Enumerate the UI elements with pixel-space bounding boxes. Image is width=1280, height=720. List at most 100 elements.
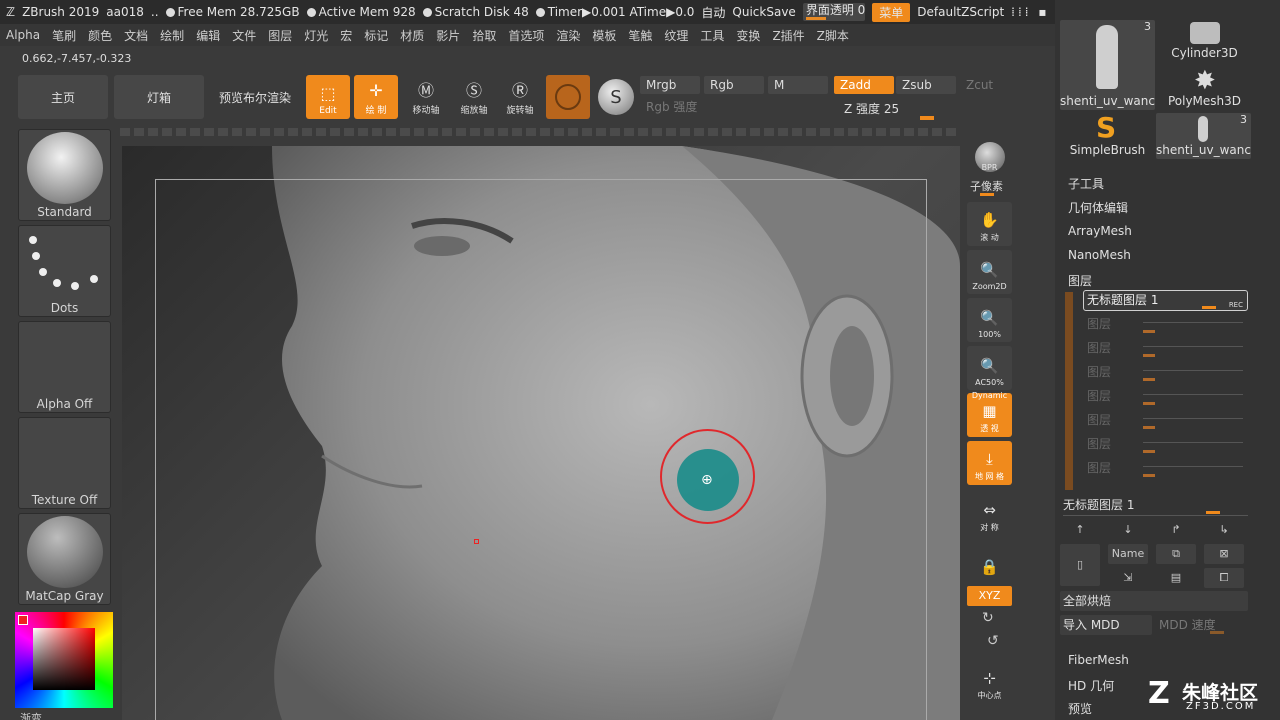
layer-slot[interactable]: 图层 [1087,435,1244,452]
rotate-y-icon[interactable]: ↻ [982,610,994,626]
menu-item[interactable]: 文档 [118,27,154,44]
bpr-button[interactable]: BPR [967,131,1012,175]
layer-up-icon[interactable]: ↑ [1060,520,1100,540]
menu-item[interactable]: 影片 [430,27,466,44]
tool-thumb-polymesh[interactable]: ✸ PolyMesh3D [1157,66,1252,110]
import-mdd-button[interactable]: 导入 MDD [1060,615,1152,635]
layer-down-icon[interactable]: ↓ [1108,520,1148,540]
merge-down-icon[interactable]: ⇲ [1108,568,1148,588]
zadd-toggle[interactable]: Zadd [834,76,894,94]
name-button[interactable]: Name [1108,544,1148,564]
xyz-rotate-button[interactable]: XYZ [967,586,1012,606]
layer-slot[interactable]: 图层 [1087,459,1244,476]
shelf-scrollbar[interactable] [120,128,960,136]
layer-slot-knob[interactable] [1143,378,1155,381]
perspective-button[interactable]: Dynamic ▦ 透 视 [967,391,1012,437]
layer-undo-icon[interactable]: ↳ [1204,520,1244,540]
move-button[interactable]: Ⓜ 移动轴 [404,75,448,119]
preview-menu[interactable]: 预览 [1068,700,1092,717]
rgb-intensity-slider[interactable]: Rgb 强度 [640,98,830,116]
lock-button[interactable]: 🔒 [967,538,1012,582]
split-layer-icon[interactable]: ▤ [1156,568,1196,588]
tool-thumb-shenti-2[interactable]: 3 shenti_uv_wanc [1156,113,1251,159]
menu-item[interactable]: 笔触 [622,27,658,44]
layer-slot-knob[interactable] [1143,426,1155,429]
stroke-selector[interactable]: Dots [18,225,111,317]
layer-intensity-knob[interactable] [1206,511,1220,514]
lightbox-button[interactable]: 灯箱 [114,75,204,119]
layers-menu[interactable]: 图层 [1068,272,1092,289]
texture-selector[interactable]: Texture Off [18,417,111,509]
geometry-menu[interactable]: 几何体编辑 [1068,199,1128,216]
active-layer[interactable]: 无标题图层 1 REC [1083,290,1248,311]
rotate-z-icon[interactable]: ↺ [987,633,999,649]
ac50-button[interactable]: 🔍 AC50% [967,346,1012,390]
duplicate-layer-icon[interactable]: ⧉ [1156,544,1196,564]
layer-slot-knob[interactable] [1143,402,1155,405]
zsub-toggle[interactable]: Zsub [896,76,956,94]
zoom-100-button[interactable]: 🔍 100% [967,298,1012,342]
menu-item[interactable]: 笔刷 [46,27,82,44]
mdd-speed-knob[interactable] [1210,631,1224,634]
layer-slot-knob[interactable] [1143,330,1155,333]
layer-slot[interactable]: 图层 [1087,339,1244,356]
menu-item[interactable]: 文件 [226,27,262,44]
menu-item[interactable]: 变换 [730,27,766,44]
menu-item[interactable]: 工具 [694,27,730,44]
center-point-button[interactable]: ⊹ 中心点 [967,660,1012,704]
tool-thumb-cylinder[interactable]: Cylinder3D [1157,20,1252,62]
menu-item[interactable]: 标记 [358,27,394,44]
scroll-button[interactable]: ✋ 滚 动 [967,202,1012,246]
layer-redo-icon[interactable]: ↱ [1156,520,1196,540]
arraymesh-menu[interactable]: ArrayMesh [1068,224,1132,238]
edit-button[interactable]: ⬚ Edit [306,75,350,119]
brush-selector[interactable]: Standard [18,129,111,221]
nanomesh-menu[interactable]: NanoMesh [1068,248,1131,262]
menu-item[interactable]: 灯光 [298,27,334,44]
menu-item[interactable]: Alpha [0,28,46,42]
rec-button[interactable]: REC [1229,296,1243,314]
layer-slot[interactable]: 图层 [1087,363,1244,380]
preview-render-button[interactable]: 预览布尔渲染 [210,75,300,119]
menu-item[interactable]: 绘制 [154,27,190,44]
delete-layer-icon[interactable]: ⊠ [1204,544,1244,564]
menu-item[interactable]: 纹理 [658,27,694,44]
floor-grid-button[interactable]: ⤓ 地 网 格 [967,441,1012,485]
ui-transparency-slider[interactable]: 界面透明 0 [802,3,866,21]
default-zscript-button[interactable]: DefaultZScript [917,5,1004,19]
rgb-toggle[interactable]: Rgb [704,76,764,94]
draw-button[interactable]: ✛ 绘 制 [354,75,398,119]
menu-item[interactable]: 编辑 [190,27,226,44]
menu-item[interactable]: 拾取 [466,27,502,44]
layer-scrollbar[interactable] [1065,292,1073,490]
mdd-speed-slider[interactable]: MDD 速度 [1156,615,1248,635]
tool-thumb-simplebrush[interactable]: S SimpleBrush [1060,113,1155,159]
menu-item[interactable]: 颜色 [82,27,118,44]
subtool-menu[interactable]: 子工具 [1068,175,1104,192]
layer-slot[interactable]: 图层 [1087,387,1244,404]
tool-thumb-shenti-1[interactable]: 3 shenti_uv_wanc [1060,20,1155,110]
layer-slot-knob[interactable] [1143,474,1155,477]
home-button[interactable]: 主页 [18,75,108,119]
menu-button[interactable]: 菜单 [872,2,911,22]
menu-item[interactable]: Z插件 [766,27,810,44]
material-selector[interactable]: MatCap Gray [18,513,111,605]
swatch-icon[interactable] [18,615,28,625]
spotlight-icon[interactable]: S [598,79,634,115]
menu-item[interactable]: Z脚本 [811,27,855,44]
menu-item[interactable]: 材质 [394,27,430,44]
menu-item[interactable]: 宏 [334,27,358,44]
menu-item[interactable]: 渲染 [550,27,586,44]
layer-slot-knob[interactable] [1143,450,1155,453]
color-picker[interactable] [15,612,113,708]
layer-slot[interactable]: 图层 [1087,315,1244,332]
layer-slot[interactable]: 图层 [1087,411,1244,428]
menu-item[interactable]: 首选项 [502,27,550,44]
zcut-toggle[interactable]: Zcut [960,76,1000,94]
bake-all-button[interactable]: 全部烘焙 [1060,591,1248,611]
m-toggle[interactable]: M [768,76,828,94]
viewport-canvas[interactable]: ⊕ [122,146,960,720]
mrgb-toggle[interactable]: Mrgb [640,76,700,94]
menu-item[interactable]: 模板 [586,27,622,44]
menu-item[interactable]: 图层 [262,27,298,44]
